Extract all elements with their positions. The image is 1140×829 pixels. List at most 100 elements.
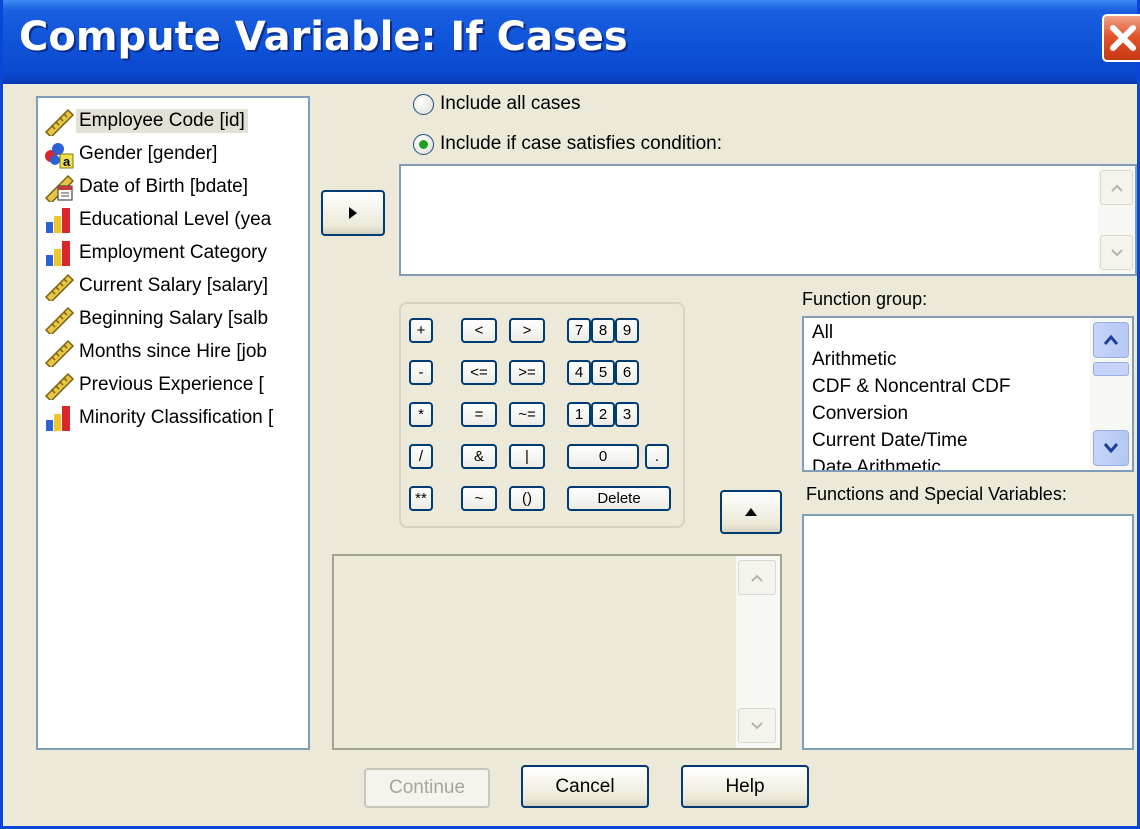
variable-item-id[interactable]: Employee Code [id] xyxy=(42,104,248,137)
key-power[interactable]: ** xyxy=(409,486,433,511)
chevron-up-icon xyxy=(1103,334,1119,345)
function-group-scrollbar[interactable] xyxy=(1090,318,1132,470)
insert-function-button[interactable] xyxy=(720,490,782,534)
variable-list[interactable]: Employee Code [id] a Gender [gender] Dat… xyxy=(36,96,310,750)
key-decimal[interactable]: . xyxy=(645,444,669,469)
variable-item-bdate[interactable]: Date of Birth [bdate] xyxy=(42,170,251,203)
variable-item-salbegin[interactable]: Beginning Salary [salb xyxy=(42,302,271,335)
help-button[interactable]: Help xyxy=(681,765,809,808)
function-group-item[interactable]: Arithmetic xyxy=(812,349,896,371)
key-minus[interactable]: - xyxy=(409,360,433,385)
scroll-down-button[interactable] xyxy=(738,708,776,743)
variable-item-jobcat[interactable]: Employment Category xyxy=(42,236,270,269)
cancel-button[interactable]: Cancel xyxy=(521,765,649,808)
include-if-radio[interactable] xyxy=(413,133,434,155)
scroll-up-button[interactable] xyxy=(1100,170,1133,205)
key-plus[interactable]: + xyxy=(409,318,433,343)
key-7[interactable]: 7 xyxy=(567,318,591,343)
ordinal-bars-icon xyxy=(46,207,70,233)
variable-label: Date of Birth [bdate] xyxy=(79,175,248,197)
key-less-equal[interactable]: <= xyxy=(461,360,497,385)
variable-label: Employment Category xyxy=(79,241,267,263)
scroll-down-button[interactable] xyxy=(1093,430,1129,466)
close-button[interactable] xyxy=(1102,14,1140,62)
dialog-window: Compute Variable: If Cases Employee Code… xyxy=(0,0,1140,829)
functions-special-variables-list[interactable] xyxy=(802,514,1134,750)
variable-item-prevexp[interactable]: Previous Experience [ xyxy=(42,368,267,401)
key-and[interactable]: & xyxy=(461,444,497,469)
close-icon xyxy=(1110,25,1136,51)
key-parentheses[interactable]: () xyxy=(509,486,545,511)
function-group-item[interactable]: Current Date/Time xyxy=(812,430,968,452)
variable-label: Previous Experience [ xyxy=(79,373,264,395)
title-bar[interactable]: Compute Variable: If Cases xyxy=(3,0,1140,84)
condition-expression-box[interactable] xyxy=(399,164,1137,276)
continue-button[interactable]: Continue xyxy=(364,768,490,808)
variable-item-gender[interactable]: a Gender [gender] xyxy=(42,137,220,170)
variable-item-educ[interactable]: Educational Level (yea xyxy=(42,203,274,236)
condition-scrollbar[interactable] xyxy=(1098,166,1135,274)
include-all-radio[interactable] xyxy=(413,93,434,115)
key-greater-equal[interactable]: >= xyxy=(509,360,545,385)
move-variable-button[interactable] xyxy=(321,190,385,236)
key-delete[interactable]: Delete xyxy=(567,486,671,511)
function-group-list[interactable]: All Arithmetic CDF & Noncentral CDF Conv… xyxy=(802,316,1134,472)
key-3[interactable]: 3 xyxy=(615,402,639,427)
variable-item-jobtime[interactable]: Months since Hire [job xyxy=(42,335,270,368)
scroll-up-button[interactable] xyxy=(738,560,776,595)
ordinal-bars-icon xyxy=(46,405,70,431)
description-scrollbar[interactable] xyxy=(736,556,780,748)
key-8[interactable]: 8 xyxy=(591,318,615,343)
variable-item-minority[interactable]: Minority Classification [ xyxy=(42,401,276,434)
scale-ruler-icon xyxy=(44,273,75,301)
key-or[interactable]: | xyxy=(509,444,545,469)
key-0[interactable]: 0 xyxy=(567,444,639,469)
key-greater-than[interactable]: > xyxy=(509,318,545,343)
date-ruler-icon xyxy=(44,174,75,202)
key-not[interactable]: ~ xyxy=(461,486,497,511)
scroll-down-button[interactable] xyxy=(1100,235,1133,270)
scale-ruler-icon xyxy=(44,339,75,367)
key-1[interactable]: 1 xyxy=(567,402,591,427)
key-multiply[interactable]: * xyxy=(409,402,433,427)
key-6[interactable]: 6 xyxy=(615,360,639,385)
variable-label: Educational Level (yea xyxy=(79,208,272,230)
chevron-down-icon xyxy=(751,721,763,729)
include-all-cases-option[interactable]: Include all cases xyxy=(413,93,580,115)
function-group-item[interactable]: Date Arithmetic xyxy=(812,457,941,470)
variable-label: Minority Classification [ xyxy=(79,406,274,428)
svg-text:a: a xyxy=(63,154,71,169)
variable-label: Gender [gender] xyxy=(79,142,218,164)
scale-ruler-icon xyxy=(44,372,75,400)
variable-label: Current Salary [salary] xyxy=(79,274,269,296)
triangle-right-icon xyxy=(349,207,357,219)
functions-special-variables-label: Functions and Special Variables: xyxy=(806,484,1067,504)
include-if-label: Include if case satisfies condition: xyxy=(440,133,722,154)
function-group-item[interactable]: Conversion xyxy=(812,403,908,425)
function-group-item[interactable]: All xyxy=(812,322,833,344)
chevron-down-icon xyxy=(1103,443,1119,454)
function-group-item[interactable]: CDF & Noncentral CDF xyxy=(812,376,1011,398)
ordinal-bars-icon xyxy=(46,240,70,266)
include-all-label: Include all cases xyxy=(440,93,581,114)
nominal-string-icon: a xyxy=(45,142,74,169)
key-equal[interactable]: = xyxy=(461,402,497,427)
key-4[interactable]: 4 xyxy=(567,360,591,385)
dialog-title: Compute Variable: If Cases xyxy=(19,14,628,60)
scroll-up-button[interactable] xyxy=(1093,322,1129,358)
calculator-keypad: + < > 7 8 9 - <= >= 4 5 6 * = ~= 1 2 3 /… xyxy=(399,302,685,528)
key-less-than[interactable]: < xyxy=(461,318,497,343)
include-if-condition-option[interactable]: Include if case satisfies condition: xyxy=(413,133,722,155)
chevron-up-icon xyxy=(751,574,763,582)
key-not-equal[interactable]: ~= xyxy=(509,402,545,427)
scale-ruler-icon xyxy=(44,306,75,334)
key-9[interactable]: 9 xyxy=(615,318,639,343)
variable-item-salary[interactable]: Current Salary [salary] xyxy=(42,269,271,302)
key-5[interactable]: 5 xyxy=(591,360,615,385)
chevron-down-icon xyxy=(1110,248,1123,256)
scroll-thumb[interactable] xyxy=(1093,362,1129,376)
function-description-box xyxy=(332,554,782,750)
key-divide[interactable]: / xyxy=(409,444,433,469)
key-2[interactable]: 2 xyxy=(591,402,615,427)
scale-ruler-icon xyxy=(44,108,75,136)
